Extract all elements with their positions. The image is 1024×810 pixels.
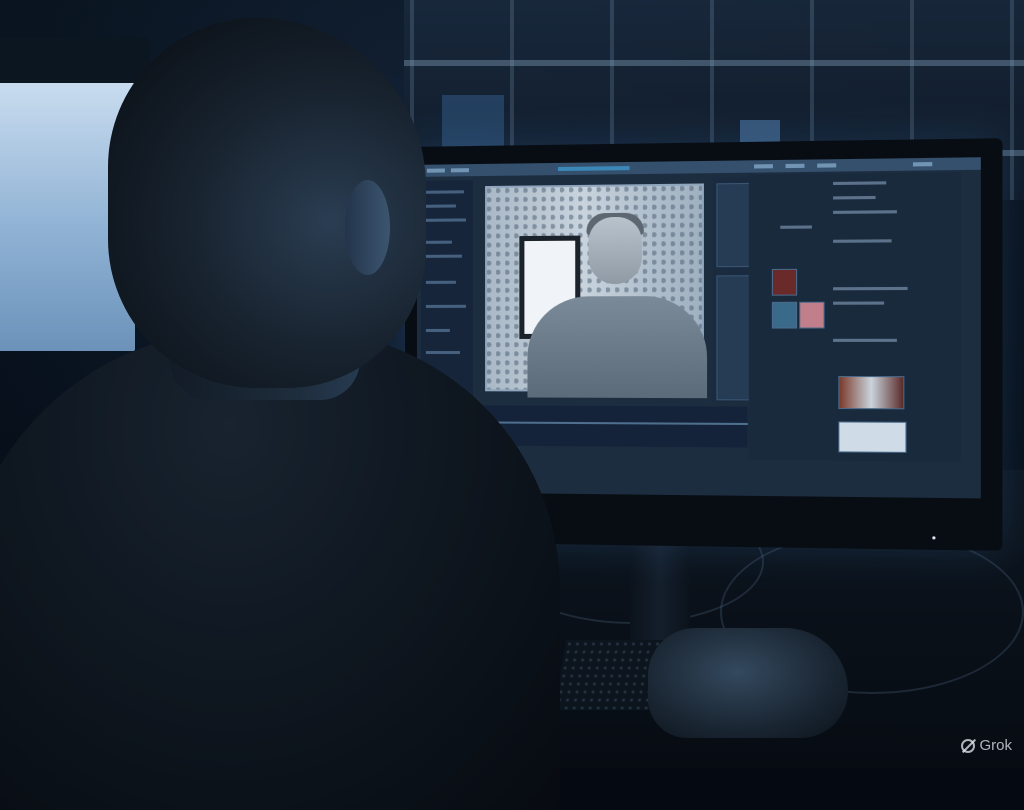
- power-led: [932, 536, 936, 540]
- shelf-edge: [404, 60, 1024, 66]
- panel-row: [425, 254, 462, 258]
- grok-logo-icon: [961, 738, 976, 753]
- property-row: [833, 301, 885, 305]
- panel-row: [425, 280, 456, 284]
- person-ear: [345, 180, 390, 275]
- menu-item: [785, 163, 805, 169]
- menu-item: [450, 168, 469, 173]
- panel-row: [425, 351, 460, 355]
- shelf-object: [740, 120, 780, 142]
- panel-row: [425, 328, 450, 332]
- panel-row: [425, 218, 466, 222]
- active-tab-indicator: [557, 166, 630, 172]
- menu-item: [912, 162, 933, 167]
- person-shoulders: [0, 330, 560, 810]
- thumbnail: [838, 421, 907, 453]
- property-row: [833, 338, 897, 342]
- properties-panel: [748, 172, 962, 462]
- watermark: Grok: [961, 737, 1012, 754]
- hand: [648, 628, 848, 738]
- panel-row: [425, 190, 464, 194]
- property-row: [833, 181, 887, 186]
- property-row: [833, 239, 892, 243]
- panel-row: [425, 204, 456, 208]
- photo-scene: Grok: [0, 0, 1024, 810]
- photo-subject-body: [527, 295, 708, 399]
- photo-subject-face: [588, 216, 642, 285]
- thumbnail: [799, 301, 825, 329]
- thumbnail: [838, 375, 905, 410]
- menu-item: [817, 163, 837, 168]
- menu-item: [426, 168, 445, 173]
- property-row: [780, 225, 812, 229]
- panel-row: [425, 240, 452, 244]
- property-row: [833, 195, 876, 200]
- thumbnail: [771, 301, 798, 329]
- menu-item: [754, 164, 773, 169]
- thumbnail: [771, 268, 798, 296]
- watermark-text: Grok: [979, 737, 1012, 754]
- property-row: [833, 210, 897, 214]
- panel-row: [425, 304, 466, 308]
- image-viewer: [485, 183, 708, 399]
- property-row: [833, 286, 908, 291]
